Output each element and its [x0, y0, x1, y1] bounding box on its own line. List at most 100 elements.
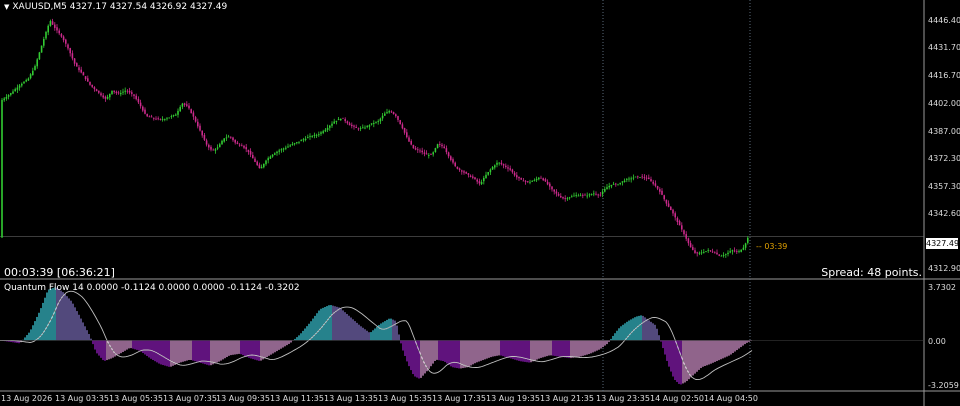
price-tick: 4446.40 — [928, 16, 960, 25]
candle-body — [593, 193, 595, 195]
candle-body — [665, 199, 668, 204]
candle-body — [142, 106, 144, 111]
candle-body — [628, 178, 630, 180]
candle-body — [357, 128, 360, 130]
candle-body — [311, 136, 313, 137]
candle-body — [1, 99, 3, 238]
candle-body — [498, 162, 500, 164]
candle-body — [56, 27, 58, 31]
candle-body — [135, 95, 137, 100]
candle-body — [634, 176, 637, 178]
candle-body — [410, 141, 412, 145]
candle-body — [478, 181, 481, 184]
candle-body — [610, 184, 613, 187]
candle-body — [188, 105, 190, 109]
time-tick: 13 Aug 19:35 — [486, 394, 540, 403]
price-tick: 4416.70 — [928, 71, 960, 80]
candle-body — [597, 194, 599, 196]
candle-body — [454, 162, 456, 167]
chart-canvas[interactable] — [0, 0, 960, 406]
candle-body — [307, 137, 309, 139]
candle-body — [705, 251, 707, 252]
spread-info: Spread: 48 points. — [821, 266, 922, 279]
candle-body — [353, 125, 355, 127]
candle-body — [518, 176, 520, 179]
candle-body — [60, 34, 63, 37]
candle-body — [630, 178, 632, 180]
candle-body — [331, 123, 333, 126]
candle-body — [298, 141, 300, 143]
candle-body — [190, 109, 192, 114]
candle-body — [170, 116, 173, 118]
candle-body — [661, 190, 663, 195]
candle-body — [599, 194, 602, 196]
candle-body — [65, 39, 67, 44]
candle-body — [47, 25, 49, 33]
candle-body — [5, 97, 8, 99]
time-tick: 13 Aug 05:35 — [109, 394, 163, 403]
candle-body — [390, 111, 393, 113]
candle-body — [111, 90, 113, 95]
candle-body — [674, 213, 676, 218]
mt-chart-window[interactable]: ▼ XAUUSD,M5 4327.17 4327.54 4326.92 4327.… — [0, 0, 960, 406]
candle-body — [555, 191, 558, 194]
candle-body — [447, 152, 450, 157]
candle-body — [676, 218, 679, 223]
candle-body — [681, 225, 683, 230]
candle-body — [21, 83, 23, 86]
candle-body — [736, 250, 738, 252]
candle-body — [450, 156, 452, 160]
collapse-triangle-icon[interactable]: ▼ — [4, 3, 9, 11]
candle-body — [71, 53, 74, 59]
candle-body — [368, 125, 371, 127]
candle-body — [366, 126, 368, 128]
candle-body — [98, 90, 100, 93]
candle-body — [219, 144, 221, 148]
candle-body — [87, 78, 89, 82]
candle-body — [113, 90, 115, 92]
candle-body — [346, 121, 349, 124]
candle-body — [146, 114, 148, 117]
candle-body — [507, 167, 509, 169]
candle-body — [131, 92, 133, 94]
candle-body — [43, 39, 45, 46]
candle-body — [720, 255, 723, 257]
candle-body — [258, 164, 261, 169]
candle-body — [683, 230, 685, 235]
candle-body — [386, 112, 388, 114]
candle-body — [144, 109, 146, 114]
candle-body — [483, 177, 485, 182]
candle-body — [247, 149, 250, 152]
candle-body — [100, 93, 102, 96]
candle-body — [282, 148, 285, 150]
candle-body — [388, 111, 390, 113]
candle-body — [159, 118, 162, 120]
candle-body — [249, 151, 252, 155]
candle-body — [606, 187, 608, 190]
candle-body — [716, 252, 718, 255]
candle-body — [38, 52, 41, 60]
candle-body — [269, 156, 272, 159]
candle-body — [566, 198, 569, 200]
candle-body — [397, 116, 399, 120]
candle-body — [509, 168, 511, 170]
candle-body — [153, 117, 155, 119]
candle-body — [667, 203, 670, 207]
candle-body — [445, 148, 448, 153]
candle-body — [542, 178, 544, 181]
candle-body — [212, 149, 214, 151]
candle-body — [727, 252, 729, 255]
candle-body — [172, 114, 175, 116]
candle-body — [181, 103, 184, 107]
candle-body — [252, 154, 254, 159]
candle-body — [474, 177, 476, 180]
candle-body — [205, 140, 208, 145]
candle-body — [51, 21, 54, 25]
candle-body — [670, 206, 672, 211]
candle-body — [707, 250, 709, 251]
candle-body — [650, 179, 652, 182]
candle-body — [639, 177, 641, 178]
candle-body — [430, 154, 432, 155]
candle-body — [687, 238, 690, 244]
candle-body — [355, 126, 357, 128]
